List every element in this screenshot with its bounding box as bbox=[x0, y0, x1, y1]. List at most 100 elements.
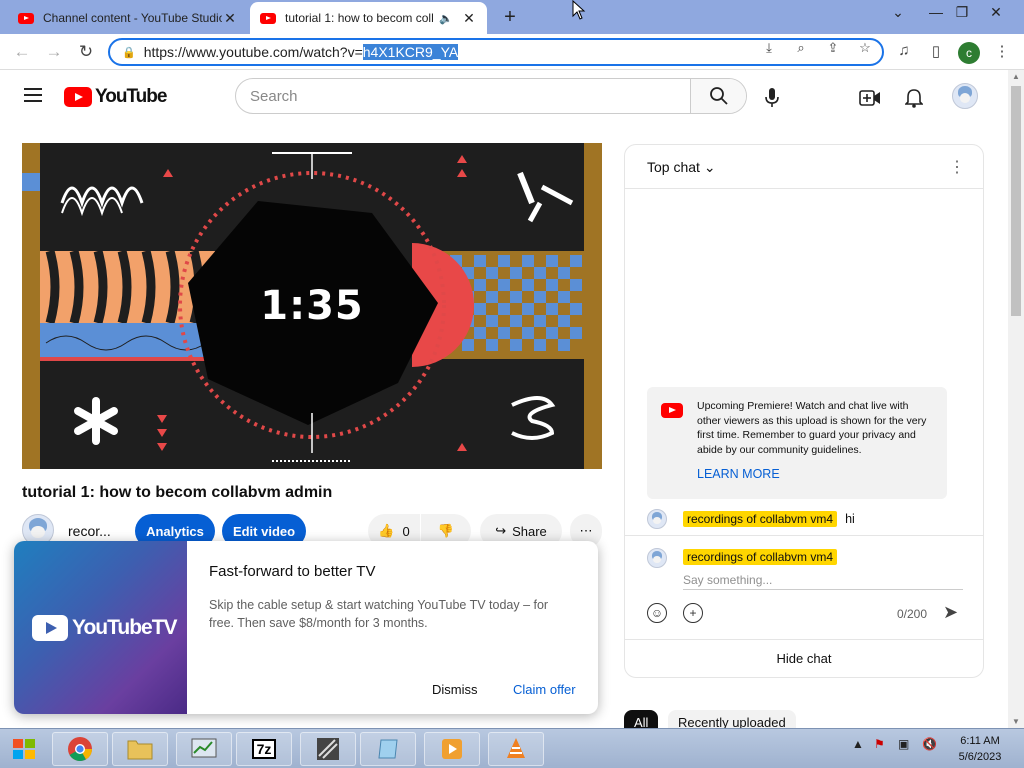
explorer-taskbar-icon[interactable] bbox=[112, 732, 168, 766]
back-button[interactable]: ← bbox=[12, 42, 32, 62]
chrome-icon bbox=[68, 737, 92, 762]
share-label: Share bbox=[512, 523, 547, 539]
windows-taskbar: 7z ▲ ⚑ ▣ 🔇 6:11 AM 5/6/2023 bbox=[0, 728, 1024, 768]
start-button[interactable] bbox=[4, 733, 44, 765]
voice-search-button[interactable] bbox=[760, 86, 784, 110]
notepad-taskbar-icon[interactable] bbox=[360, 732, 416, 766]
video-player[interactable]: 1:35 bbox=[22, 143, 602, 469]
close-window-button[interactable]: ✕ bbox=[984, 4, 1008, 21]
youtube-play-logo-icon bbox=[64, 87, 92, 107]
close-tab-icon[interactable]: ✕ bbox=[222, 10, 238, 27]
chat-author-avatar[interactable] bbox=[647, 509, 667, 529]
action-center-icon[interactable]: ⚑ bbox=[874, 737, 885, 751]
close-tab-icon[interactable]: ✕ bbox=[461, 10, 477, 27]
account-avatar[interactable] bbox=[952, 83, 978, 109]
mouse-cursor-icon bbox=[572, 0, 586, 20]
youtube-masthead: YouTube bbox=[0, 70, 1008, 126]
top-chat-label: Top chat bbox=[647, 159, 700, 175]
top-chat-dropdown[interactable]: Top chat ⌄ bbox=[647, 159, 716, 176]
hide-chat-button[interactable]: Hide chat bbox=[625, 639, 983, 677]
youtube-logo-icon bbox=[661, 403, 683, 418]
thumbs-down-icon: 👎 bbox=[437, 523, 455, 538]
search-input[interactable] bbox=[236, 79, 690, 113]
chat-message: recordings of collabvm vm4 hi bbox=[647, 507, 967, 531]
chat-input-avatar bbox=[647, 548, 667, 568]
channel-name[interactable]: recor... bbox=[68, 523, 111, 539]
youtube-tv-play-icon bbox=[32, 615, 68, 641]
emoji-icon[interactable]: ☺ bbox=[647, 603, 667, 623]
youtube-logo[interactable]: YouTube bbox=[64, 86, 167, 108]
guide-menu-icon[interactable] bbox=[24, 88, 42, 102]
profile-avatar[interactable]: c bbox=[958, 42, 980, 64]
promo-description: Skip the cable setup & start watching Yo… bbox=[209, 598, 549, 630]
tab-search-chevron-icon[interactable]: ⌄ bbox=[886, 4, 910, 21]
clock-time: 6:11 AM bbox=[960, 735, 1000, 747]
promo-title: Fast-forward to better TV bbox=[209, 563, 376, 580]
create-button[interactable] bbox=[858, 86, 882, 110]
scroll-down-arrow-icon[interactable]: ▼ bbox=[1008, 717, 1024, 726]
send-icon[interactable]: ➤ bbox=[943, 602, 958, 623]
volume-muted-icon[interactable]: 🔇 bbox=[922, 737, 937, 751]
minimize-button[interactable]: — bbox=[924, 4, 948, 20]
side-panel-icon[interactable]: ▯ bbox=[926, 42, 946, 60]
youtube-tv-promo-image: YouTubeTV bbox=[14, 541, 187, 714]
like-count: 0 bbox=[402, 523, 410, 539]
chat-message-text: hi bbox=[845, 512, 855, 526]
bell-icon bbox=[905, 89, 923, 108]
search-button[interactable] bbox=[690, 79, 746, 113]
7zip-taskbar-icon[interactable]: 7z bbox=[236, 732, 292, 766]
scrollbar-thumb[interactable] bbox=[1011, 86, 1021, 316]
youtube-favicon-icon bbox=[260, 12, 276, 24]
tray-expand-icon[interactable]: ▲ bbox=[852, 737, 864, 751]
browser-menu-icon[interactable]: ⋮ bbox=[992, 42, 1012, 60]
claim-offer-button[interactable]: Claim offer bbox=[513, 682, 576, 697]
forward-button[interactable]: → bbox=[44, 42, 64, 62]
url-text[interactable]: https://www.youtube.com/watch?v=h4X1KCR9… bbox=[144, 44, 459, 60]
scroll-up-arrow-icon[interactable]: ▲ bbox=[1008, 72, 1024, 81]
chat-more-icon[interactable]: ⋮ bbox=[949, 157, 965, 177]
notifications-button[interactable] bbox=[902, 86, 926, 110]
page-scrollbar[interactable]: ▲ ▼ bbox=[1008, 70, 1024, 728]
learn-more-link[interactable]: LEARN MORE bbox=[697, 467, 780, 481]
countdown-timer: 1:35 bbox=[260, 283, 364, 329]
dismiss-button[interactable]: Dismiss bbox=[432, 682, 478, 697]
media-controls-icon[interactable]: ♫ bbox=[894, 42, 914, 59]
7zip-icon: 7z bbox=[251, 739, 277, 759]
lock-icon[interactable]: 🔒 bbox=[122, 46, 136, 59]
media-tool-taskbar-icon[interactable] bbox=[488, 732, 544, 766]
char-counter: 0/200 bbox=[897, 607, 928, 621]
url-prefix: https://www.youtube.com/watch?v= bbox=[143, 44, 363, 60]
media-player-taskbar-icon[interactable] bbox=[424, 732, 480, 766]
youtube-tv-logo: YouTubeTV bbox=[32, 615, 178, 641]
media-player-icon bbox=[442, 739, 462, 759]
restore-button[interactable]: ❐ bbox=[950, 4, 974, 21]
youtube-tv-brand-text: YouTubeTV bbox=[72, 616, 178, 639]
search-box bbox=[235, 78, 747, 114]
chat-author-name[interactable]: recordings of collabvm vm4 bbox=[683, 511, 838, 527]
tab-channel-content[interactable]: Channel content - YouTube Studio ✕ bbox=[8, 2, 248, 34]
system-clock[interactable]: 6:11 AM 5/6/2023 bbox=[950, 733, 1010, 765]
tab-title: Channel content - YouTube Studio bbox=[43, 11, 222, 25]
chat-header: Top chat ⌄ ⋮ bbox=[625, 145, 983, 189]
reload-button[interactable]: ↻ bbox=[76, 42, 96, 62]
folder-icon bbox=[127, 740, 153, 760]
tab-tutorial[interactable]: tutorial 1: how to becom coll 🔈 ✕ bbox=[250, 2, 487, 34]
chrome-taskbar-icon[interactable] bbox=[52, 732, 108, 766]
network-icon[interactable]: ▣ bbox=[898, 737, 909, 751]
share-icon[interactable]: ⇪ bbox=[824, 40, 842, 56]
zoom-icon[interactable]: ⌕ bbox=[792, 40, 810, 56]
premiere-message: Upcoming Premiere! Watch and chat live w… bbox=[697, 400, 927, 456]
bookmark-star-icon[interactable]: ☆ bbox=[856, 40, 874, 56]
clock-date: 5/6/2023 bbox=[958, 751, 1002, 763]
app-taskbar-icon[interactable] bbox=[300, 732, 356, 766]
speaker-icon[interactable]: 🔈 bbox=[439, 12, 453, 25]
install-icon[interactable]: ⤓ bbox=[760, 40, 778, 56]
live-chat-panel: Top chat ⌄ ⋮ Upcoming Premiere! Watch an… bbox=[624, 144, 984, 678]
chat-message-input[interactable] bbox=[683, 570, 963, 590]
task-manager-taskbar-icon[interactable] bbox=[176, 732, 232, 766]
add-icon[interactable]: + bbox=[683, 603, 703, 623]
new-tab-button[interactable]: + bbox=[500, 6, 520, 29]
youtube-favicon-icon bbox=[18, 12, 34, 24]
microphone-icon bbox=[765, 88, 779, 107]
url-selected-text: h4X1KCR9_YA bbox=[362, 44, 459, 60]
